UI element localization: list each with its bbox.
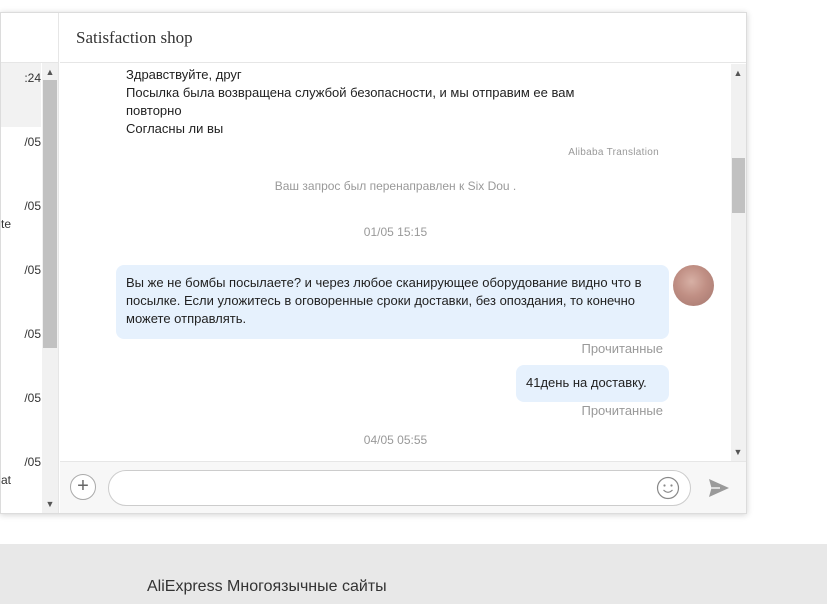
- conversation-item[interactable]: /05 te: [1, 191, 41, 255]
- conversation-time: /05: [24, 199, 41, 213]
- message-line: Согласны ли вы: [126, 121, 224, 136]
- composer-bar: +: [60, 461, 746, 513]
- chevron-up-icon[interactable]: ▲: [45, 67, 55, 77]
- conversation-item[interactable]: /05: [1, 319, 41, 383]
- emoji-icon[interactable]: [656, 476, 680, 500]
- conversation-time: :24: [24, 71, 41, 85]
- timestamp: 04/05 05:55: [363, 433, 428, 447]
- sidebar-scroll-thumb[interactable]: [43, 80, 57, 348]
- conversation-item[interactable]: /05: [1, 255, 41, 319]
- conversation-time: /05: [24, 135, 41, 149]
- message-scroll-thumb[interactable]: [732, 158, 745, 213]
- message-text: Вы же не бомбы посылаете? и через любое …: [126, 275, 642, 326]
- timestamp: 01/05 15:15: [363, 225, 428, 239]
- read-status: Прочитанные: [581, 341, 663, 356]
- message-list: Здравствуйте, друг Посылка была возвраще…: [60, 64, 731, 461]
- sidebar-scrollbar[interactable]: ▲ ▼: [42, 63, 58, 513]
- incoming-message: Здравствуйте, друг Посылка была возвраще…: [126, 66, 646, 138]
- conversation-item[interactable]: /05: [1, 383, 41, 447]
- translation-note: Alibaba Translation: [568, 147, 659, 158]
- outgoing-message-bubble: Вы же не бомбы посылаете? и через любое …: [116, 265, 669, 339]
- conversation-item[interactable]: /05: [1, 127, 41, 191]
- plus-icon[interactable]: +: [70, 474, 96, 500]
- message-input[interactable]: [108, 470, 691, 506]
- conversation-time: /05: [24, 391, 41, 405]
- conversation-name: at: [1, 473, 12, 487]
- conversation-time: /05: [24, 263, 41, 277]
- message-line: Посылка была возвращена службой безопасн…: [126, 85, 575, 100]
- chat-header: Satisfaction shop: [60, 13, 746, 63]
- chat-title: Satisfaction shop: [76, 28, 193, 47]
- conversation-name: te: [1, 217, 12, 231]
- conversation-time: /05: [24, 327, 41, 341]
- send-icon[interactable]: [707, 476, 731, 500]
- conversation-list: :24 /05 /05 te /05 /05 /05 /05 at: [1, 63, 41, 513]
- message-scrollbar[interactable]: ▲ ▼: [731, 64, 746, 461]
- chevron-down-icon[interactable]: ▼: [733, 447, 743, 457]
- message-text: 41день на доставку.: [526, 375, 647, 390]
- avatar[interactable]: [673, 265, 714, 306]
- conversation-item[interactable]: :24: [1, 63, 41, 127]
- message-line: повторно: [126, 103, 182, 118]
- read-status: Прочитанные: [581, 403, 663, 418]
- chevron-down-icon[interactable]: ▼: [45, 499, 55, 509]
- sidebar-header: [1, 13, 58, 63]
- chevron-up-icon[interactable]: ▲: [733, 68, 743, 78]
- footer-link[interactable]: AliExpress Многоязычные сайты: [147, 578, 387, 596]
- conversation-sidebar: :24 /05 /05 te /05 /05 /05 /05 at ▲ ▼: [1, 13, 59, 513]
- conversation-item[interactable]: /05 at: [1, 447, 41, 511]
- system-note: Ваш запрос был перенаправлен к Six Dou .: [274, 179, 517, 193]
- conversation-time: /05: [24, 455, 41, 469]
- message-line: Здравствуйте, друг: [126, 67, 242, 82]
- outgoing-message-bubble: 41день на доставку.: [516, 365, 669, 402]
- chat-window: :24 /05 /05 te /05 /05 /05 /05 at ▲ ▼ Sa…: [0, 12, 747, 514]
- page-footer: AliExpress Многоязычные сайты: [0, 544, 827, 604]
